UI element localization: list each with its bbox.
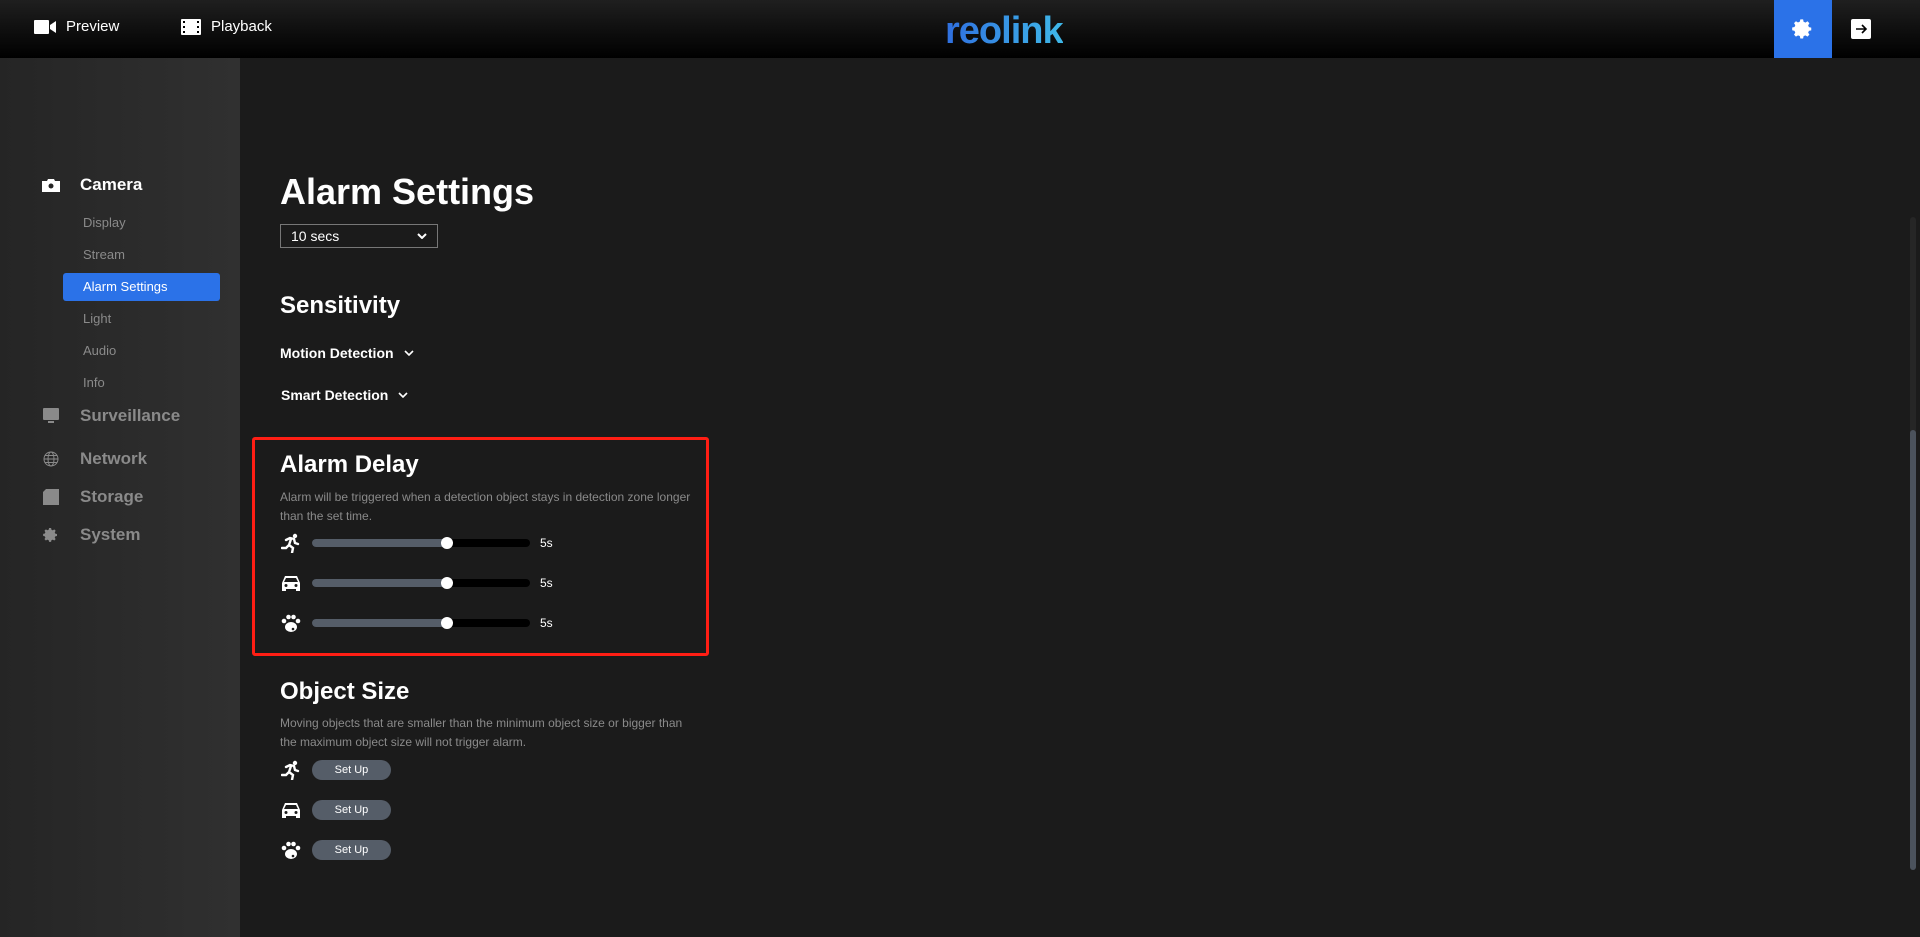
alarm-delay-row: 5s	[280, 612, 553, 634]
logout-button[interactable]	[1832, 0, 1890, 58]
slider-value: 5s	[540, 536, 553, 550]
sidebar-group-camera[interactable]: Camera	[40, 175, 142, 195]
motion-detection-label: Motion Detection	[280, 345, 394, 361]
object-size-row: Set Up	[280, 759, 391, 781]
sidebar-item-stream[interactable]: Stream	[63, 241, 220, 269]
alarm-delay-slider[interactable]	[312, 537, 530, 549]
nav-playback-label: Playback	[211, 18, 272, 35]
duration-select[interactable]: 10 secs	[280, 224, 438, 248]
motion-detection-toggle[interactable]: Motion Detection	[280, 345, 414, 361]
logout-icon	[1851, 19, 1871, 39]
slider-fill	[312, 539, 448, 547]
sidebar-item-alarm-settings[interactable]: Alarm Settings	[63, 273, 220, 301]
chevron-down-icon	[417, 233, 427, 239]
sidebar-item-audio[interactable]: Audio	[63, 337, 220, 365]
sidebar-group-storage[interactable]: Storage	[40, 487, 143, 507]
sidebar-item-light[interactable]: Light	[63, 305, 220, 333]
alarm-delay-description: Alarm will be triggered when a detection…	[280, 490, 691, 523]
slider-value: 5s	[540, 576, 553, 590]
sidebar-group-label: Surveillance	[80, 406, 181, 425]
slider-thumb[interactable]	[441, 617, 454, 629]
sidebar-group-label: Storage	[80, 487, 144, 506]
paw-icon	[280, 612, 302, 634]
set-up-button[interactable]: Set Up	[312, 800, 391, 820]
alarm-delay-title: Alarm Delay	[280, 451, 419, 478]
reolink-logo: reolink	[945, 10, 1064, 52]
sensitivity-title: Sensitivity	[280, 292, 401, 319]
object-size-row: Set Up	[280, 839, 391, 861]
sidebar-item-info[interactable]: Info	[63, 369, 220, 397]
sidebar-group-label: Camera	[80, 175, 143, 194]
camera-icon	[40, 178, 62, 192]
smart-detection-toggle[interactable]: Smart Detection	[281, 387, 408, 403]
person-running-icon	[280, 532, 302, 554]
sidebar: Camera Display Stream Alarm Settings Lig…	[0, 58, 240, 937]
video-camera-icon	[34, 19, 56, 34]
slider-thumb[interactable]	[441, 537, 454, 549]
film-icon	[181, 18, 201, 35]
duration-select-value: 10 secs	[291, 228, 340, 244]
storage-icon	[40, 489, 62, 505]
set-up-button[interactable]: Set Up	[312, 840, 391, 860]
object-size-title: Object Size	[280, 678, 410, 705]
settings-button[interactable]	[1774, 0, 1832, 58]
page-title: Alarm Settings	[280, 171, 535, 212]
sidebar-group-surveillance[interactable]: Surveillance	[40, 406, 180, 426]
smart-detection-label: Smart Detection	[281, 387, 389, 403]
nav-preview[interactable]: Preview	[34, 18, 119, 35]
sidebar-group-label: System	[80, 525, 141, 544]
object-size-row: Set Up	[280, 799, 391, 821]
slider-thumb[interactable]	[441, 577, 454, 589]
sidebar-group-network[interactable]: Network	[40, 449, 147, 469]
globe-icon	[40, 451, 62, 467]
alarm-delay-row: 5s	[280, 532, 553, 554]
alarm-delay-row: 5s	[280, 572, 553, 594]
slider-fill	[312, 579, 448, 587]
slider-fill	[312, 619, 448, 627]
sidebar-group-label: Network	[80, 449, 148, 468]
paw-icon	[280, 839, 302, 861]
sidebar-group-system[interactable]: System	[40, 525, 140, 545]
person-running-icon	[280, 759, 302, 781]
gear-icon	[1792, 19, 1812, 39]
object-size-description: Moving objects that are smaller than the…	[280, 716, 683, 749]
scrollbar-thumb[interactable]	[1910, 430, 1916, 870]
monitor-icon	[40, 408, 62, 424]
car-icon	[280, 572, 302, 594]
gear-icon	[40, 527, 62, 543]
car-icon	[280, 799, 302, 821]
alarm-delay-slider[interactable]	[312, 617, 530, 629]
sidebar-item-display[interactable]: Display	[63, 209, 220, 237]
chevron-down-icon	[398, 392, 408, 398]
top-bar: Preview Playback reolink	[0, 0, 1920, 58]
chevron-down-icon	[403, 350, 414, 356]
slider-value: 5s	[540, 616, 553, 630]
nav-preview-label: Preview	[66, 18, 120, 35]
alarm-delay-slider[interactable]	[312, 577, 530, 589]
set-up-button[interactable]: Set Up	[312, 760, 391, 780]
nav-playback[interactable]: Playback	[181, 18, 272, 35]
